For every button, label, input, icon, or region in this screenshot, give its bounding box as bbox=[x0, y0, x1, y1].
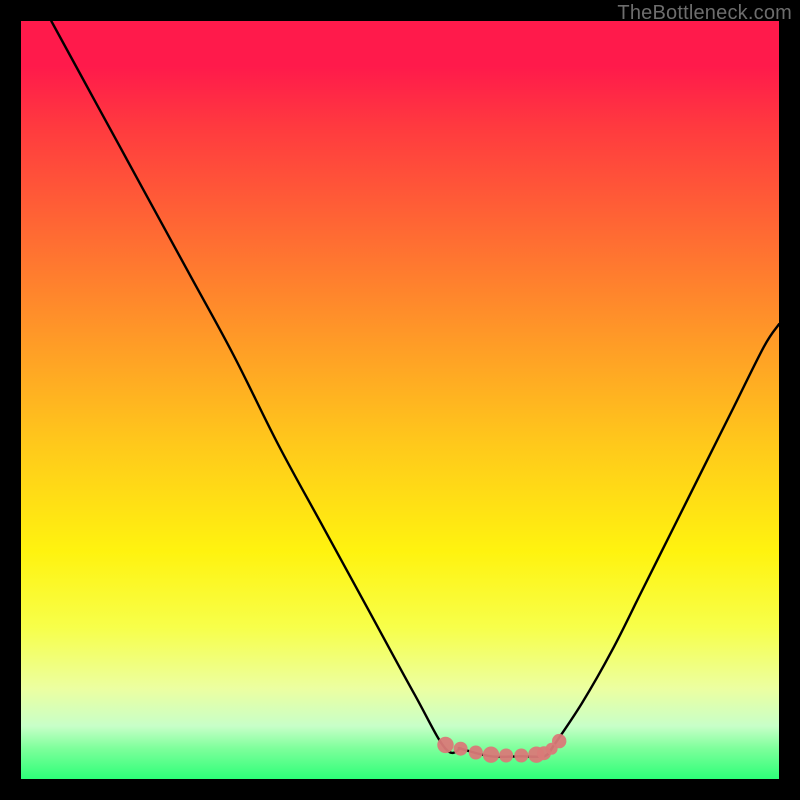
valley-dot bbox=[437, 737, 453, 753]
valley-dot bbox=[514, 749, 528, 763]
valley-dot bbox=[499, 749, 513, 763]
valley-dot bbox=[454, 742, 468, 756]
valley-dot bbox=[483, 747, 499, 763]
plot-area bbox=[21, 21, 779, 779]
chart-container: TheBottleneck.com bbox=[0, 0, 800, 800]
curve-layer bbox=[21, 21, 779, 779]
bottleneck-curve bbox=[51, 21, 779, 757]
valley-dot bbox=[469, 746, 483, 760]
valley-dot bbox=[552, 734, 566, 748]
valley-marker-dots bbox=[437, 734, 566, 763]
curve-path bbox=[51, 21, 779, 757]
